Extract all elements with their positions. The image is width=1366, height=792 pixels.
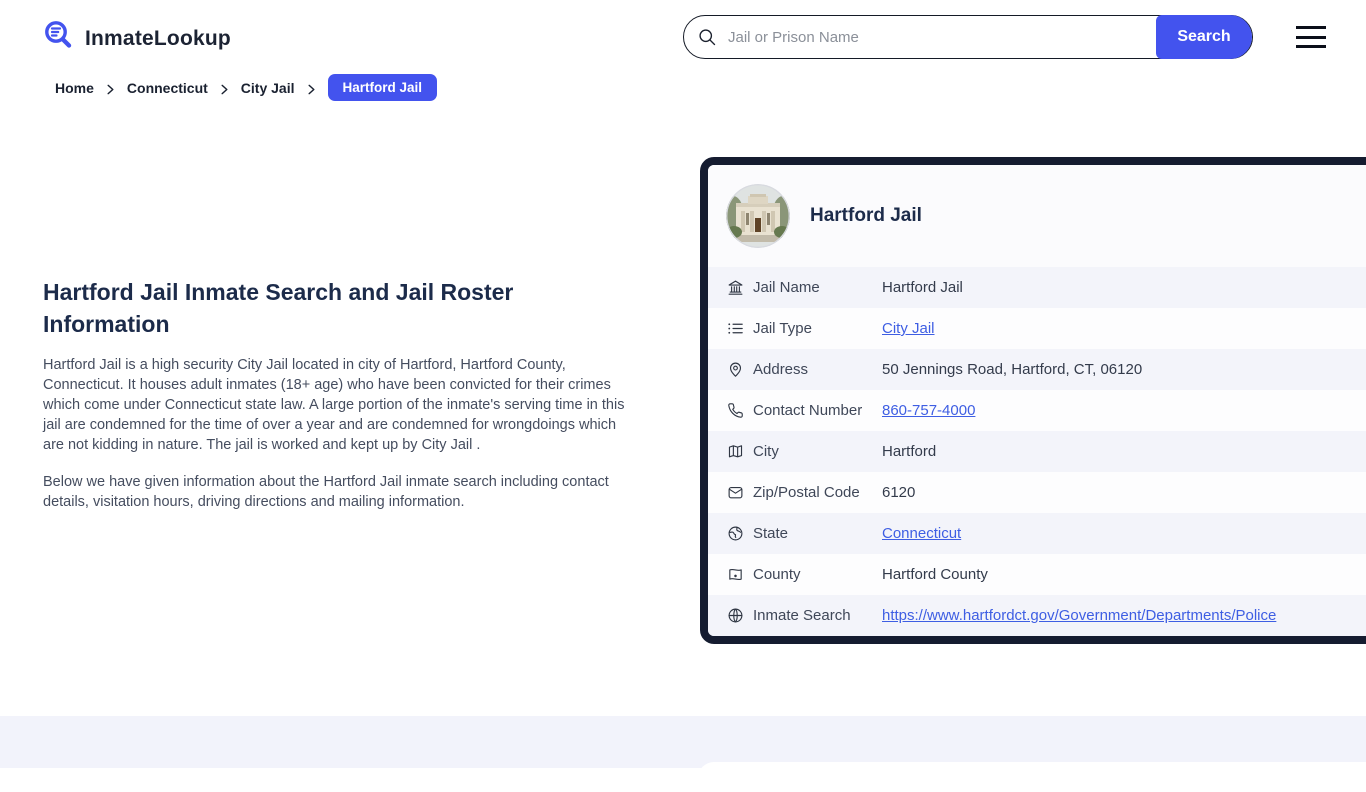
row-value: 50 Jennings Road, Hartford, CT, 06120: [882, 361, 1142, 378]
county-map-icon: [727, 566, 744, 583]
row-value: Hartford: [882, 443, 936, 460]
jail-info-card: Hartford Jail Jail Name Hartford Jail Ja…: [700, 157, 1366, 644]
table-row-city: City Hartford: [708, 431, 1366, 472]
jail-type-link[interactable]: City Jail: [882, 320, 935, 337]
article-paragraph: Hartford Jail is a high security City Ja…: [43, 355, 637, 455]
table-row-state: State Connecticut: [708, 513, 1366, 554]
row-label: Jail Name: [753, 279, 882, 296]
menu-icon[interactable]: [1296, 26, 1326, 48]
table-row-zip: Zip/Postal Code 6120: [708, 472, 1366, 513]
row-label: County: [753, 566, 882, 583]
table-row-contact: Contact Number 860-757-4000: [708, 390, 1366, 431]
row-label: Inmate Search: [753, 607, 882, 624]
row-label: Address: [753, 361, 882, 378]
chevron-right-icon: [306, 82, 317, 93]
page-title: Hartford Jail Inmate Search and Jail Ros…: [43, 276, 591, 340]
table-row-address: Address 50 Jennings Road, Hartford, CT, …: [708, 349, 1366, 390]
table-row-inmate-search: Inmate Search https://www.hartfordct.gov…: [708, 595, 1366, 636]
table-row-county: County Hartford County: [708, 554, 1366, 595]
logo[interactable]: InmateLookup: [42, 19, 231, 58]
jail-info-table: Jail Name Hartford Jail Jail Type City J…: [708, 267, 1366, 636]
state-link[interactable]: Connecticut: [882, 525, 961, 542]
breadcrumb-current-badge: Hartford Jail: [328, 74, 438, 101]
globe-icon: [727, 607, 744, 624]
contact-number-link[interactable]: 860-757-4000: [882, 402, 975, 419]
row-label: State: [753, 525, 882, 542]
row-label: Jail Type: [753, 320, 882, 337]
search-icon: [697, 27, 717, 47]
table-row-jail-name: Jail Name Hartford Jail: [708, 267, 1366, 308]
row-value: Hartford Jail: [882, 279, 963, 296]
row-label: City: [753, 443, 882, 460]
article-body: Hartford Jail is a high security City Ja…: [43, 355, 637, 512]
list-icon: [727, 320, 744, 337]
envelope-icon: [727, 484, 744, 501]
breadcrumb-city-jail[interactable]: City Jail: [241, 80, 295, 96]
breadcrumb-connecticut[interactable]: Connecticut: [127, 80, 208, 96]
phone-icon: [727, 402, 744, 419]
next-card-peek: [698, 762, 1366, 792]
chevron-right-icon: [105, 82, 116, 93]
row-label: Contact Number: [753, 402, 882, 419]
inmate-search-link[interactable]: https://www.hartfordct.gov/Government/De…: [882, 607, 1276, 624]
jail-photo: [726, 184, 790, 248]
jail-card-header: Hartford Jail: [708, 165, 1366, 267]
breadcrumb: Home Connecticut City Jail Hartford Jail: [55, 74, 437, 101]
row-label: Zip/Postal Code: [753, 484, 882, 501]
map-pin-icon: [727, 361, 744, 378]
landmark-icon: [727, 279, 744, 296]
search-button[interactable]: Search: [1156, 15, 1252, 59]
inmatelookup-logo-icon: [42, 19, 76, 58]
footer-background-strip: [0, 716, 1366, 768]
jail-card-title: Hartford Jail: [810, 205, 922, 227]
chevron-right-icon: [219, 82, 230, 93]
search-bar: Search: [683, 15, 1253, 59]
map-icon: [727, 443, 744, 460]
brand-name: InmateLookup: [85, 27, 231, 51]
article-paragraph: Below we have given information about th…: [43, 472, 637, 512]
row-value: 6120: [882, 484, 915, 501]
table-row-jail-type: Jail Type City Jail: [708, 308, 1366, 349]
row-value: Hartford County: [882, 566, 988, 583]
breadcrumb-home[interactable]: Home: [55, 80, 94, 96]
globe-americas-icon: [727, 525, 744, 542]
